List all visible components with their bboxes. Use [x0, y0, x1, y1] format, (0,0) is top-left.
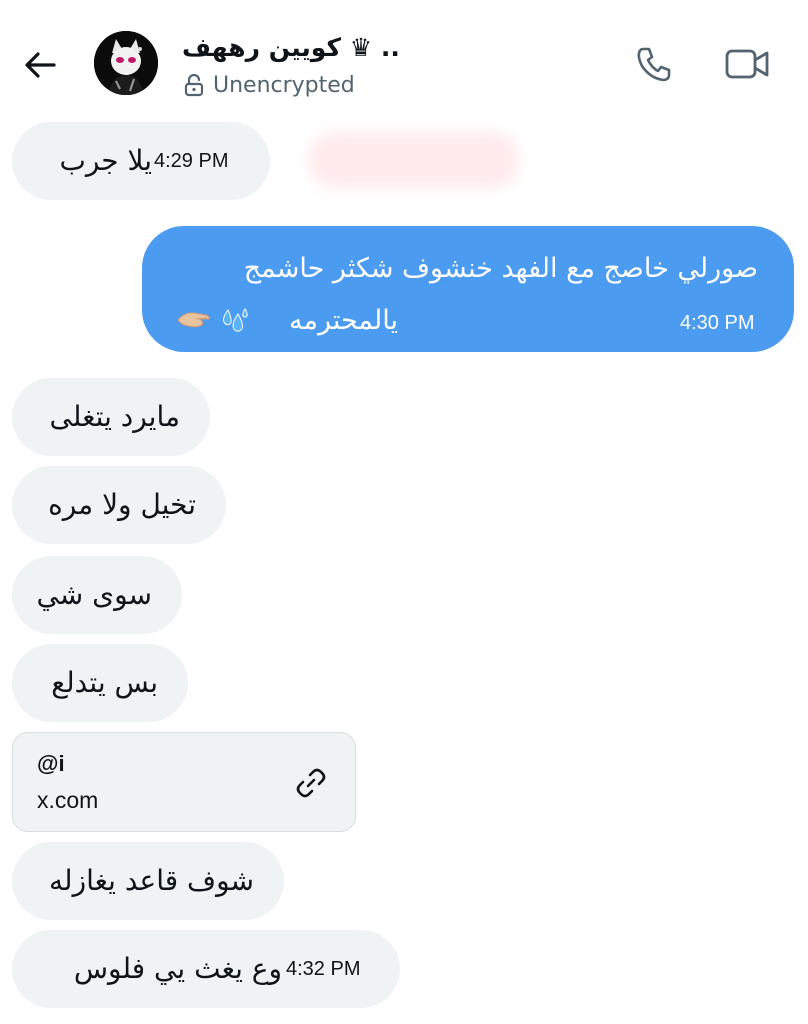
message-text: يلا جرب — [59, 144, 152, 177]
unlocked-icon — [184, 73, 204, 97]
message-timestamp: 4:29 PM — [154, 150, 229, 172]
message-emoji — [176, 306, 250, 336]
message-timestamp: 4:32 PM — [286, 958, 361, 980]
video-camera-icon — [725, 49, 769, 79]
link-domain: x.com — [37, 787, 99, 813]
avatar-image — [94, 31, 158, 95]
contact-name[interactable]: كويين رههف ♛ .. — [182, 30, 400, 66]
message-text: بس يتدلع — [51, 666, 158, 699]
message-text: مايرد يتغلى — [49, 400, 181, 433]
link-handle: @i — [37, 751, 65, 776]
message-text: وع يغث يي فلوس — [73, 952, 282, 985]
pinching-hand-emoji-icon — [177, 312, 210, 328]
message-text: سوى شي — [36, 578, 152, 611]
video-call-button[interactable] — [722, 42, 772, 86]
incoming-message[interactable]: يلا جرب 4:29 PM — [12, 122, 270, 200]
back-button[interactable] — [18, 42, 64, 88]
outgoing-message[interactable]: صورلي خاصج مع الفهد خنشوف شكثر حاشمج يال… — [142, 226, 794, 352]
message-text-line-2: يالمحترمه — [289, 305, 398, 336]
conversation-header: كويين رههف ♛ .. Unencrypted — [0, 0, 808, 118]
redacted-area — [308, 132, 520, 188]
encryption-label: Unencrypted — [213, 72, 355, 98]
avatar[interactable] — [94, 31, 158, 95]
incoming-message[interactable]: بس يتدلع — [12, 644, 188, 722]
message-text: تخيل ولا مره — [48, 488, 196, 521]
link-preview-card[interactable]: @i x.com — [12, 732, 356, 832]
incoming-message[interactable]: مايرد يتغلى — [12, 378, 210, 456]
incoming-message[interactable]: تخيل ولا مره — [12, 466, 226, 544]
message-timestamp: 4:30 PM — [680, 312, 755, 334]
incoming-message[interactable]: سوى شي — [12, 556, 182, 634]
sweat-droplets-emoji-icon — [223, 308, 248, 332]
incoming-message[interactable]: وع يغث يي فلوس 4:32 PM — [12, 930, 400, 1008]
message-text: شوف قاعد يغازله — [49, 864, 254, 897]
message-text-line-1: صورلي خاصج مع الفهد خنشوف شكثر حاشمج — [243, 253, 758, 284]
back-arrow-icon — [25, 52, 56, 78]
link-icon — [296, 768, 326, 798]
call-button[interactable] — [634, 44, 674, 84]
phone-icon — [637, 47, 671, 82]
encryption-status: Unencrypted — [184, 70, 355, 100]
incoming-message[interactable]: شوف قاعد يغازله — [12, 842, 284, 920]
